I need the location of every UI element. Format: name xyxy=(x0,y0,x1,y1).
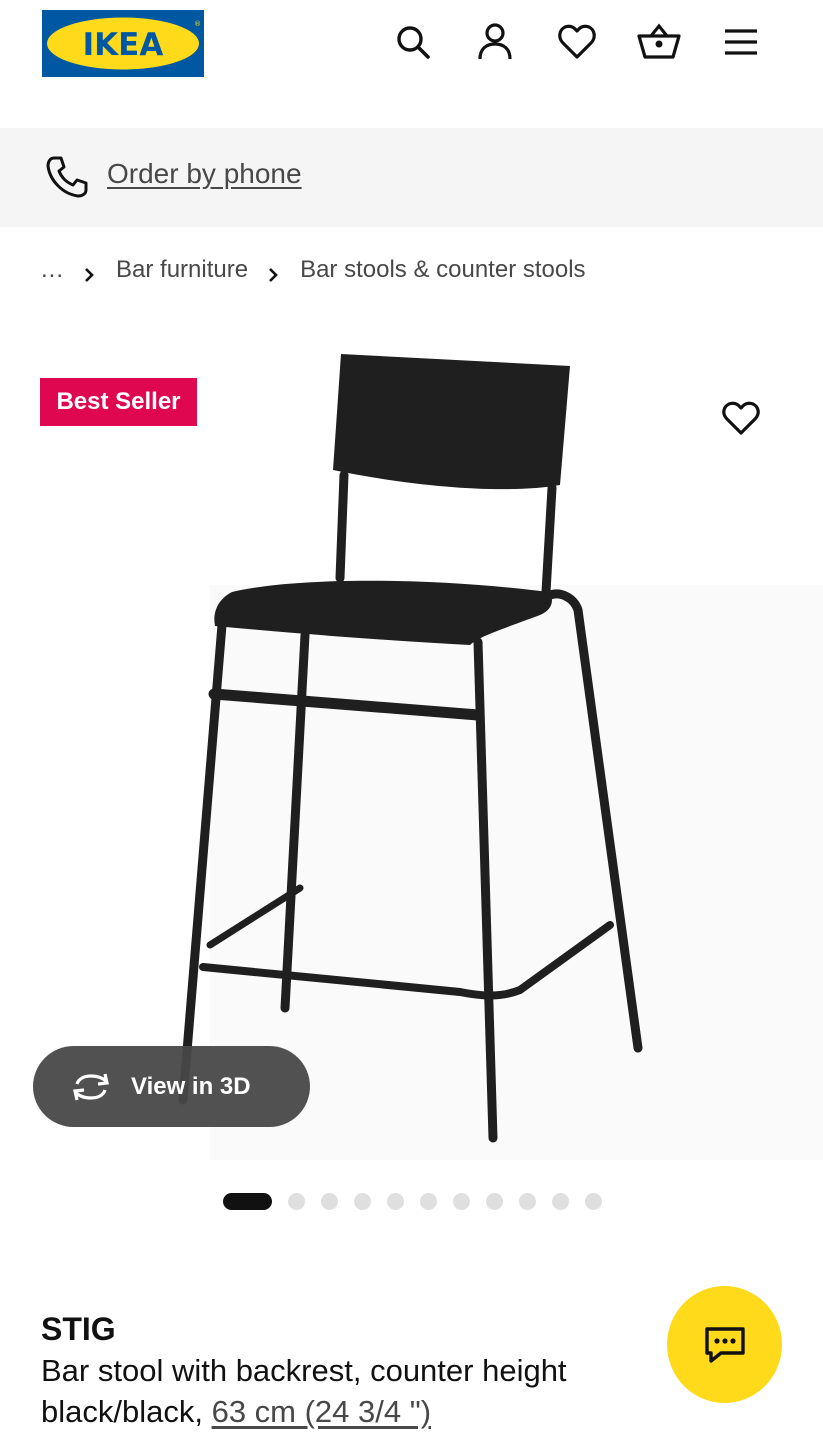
pagination-dot[interactable] xyxy=(288,1192,305,1210)
search-icon[interactable] xyxy=(391,20,435,64)
breadcrumb: ... Bar furniture Bar stools & counter s… xyxy=(41,252,586,288)
ikea-logo[interactable]: IKEA ® xyxy=(42,10,204,77)
pagination-dot[interactable] xyxy=(321,1192,338,1210)
product-image[interactable] xyxy=(0,330,823,1170)
pagination-dot[interactable] xyxy=(354,1192,371,1210)
breadcrumb-item-bar-furniture[interactable]: Bar furniture xyxy=(116,256,248,284)
heart-icon xyxy=(722,401,760,435)
pagination-dot[interactable] xyxy=(453,1192,470,1210)
product-size-link[interactable]: 63 cm (24 3/4 ") xyxy=(212,1394,431,1429)
pagination-dot[interactable] xyxy=(387,1192,404,1210)
account-icon[interactable] xyxy=(473,20,517,64)
favorites-icon[interactable] xyxy=(555,20,599,64)
best-seller-badge: Best Seller xyxy=(40,378,197,426)
pagination-dot-active[interactable] xyxy=(223,1192,272,1210)
rotate-3d-icon xyxy=(73,1073,109,1100)
image-pagination xyxy=(223,1192,618,1210)
product-variant: black/black, 63 cm (24 3/4 ") xyxy=(41,1391,431,1432)
chat-button[interactable] xyxy=(667,1286,782,1403)
phone-icon xyxy=(44,154,90,200)
menu-icon[interactable] xyxy=(719,20,763,64)
chevron-right-icon xyxy=(268,262,278,282)
pagination-dot[interactable] xyxy=(519,1192,536,1210)
site-header: IKEA ® xyxy=(0,0,823,128)
pagination-dot[interactable] xyxy=(486,1192,503,1210)
view-in-3d-button[interactable]: View in 3D xyxy=(33,1046,310,1127)
chat-icon xyxy=(704,1326,745,1363)
cart-icon[interactable] xyxy=(637,20,681,64)
chevron-right-icon xyxy=(84,262,94,282)
add-to-favorites-button[interactable] xyxy=(716,396,766,442)
bar-stool-image xyxy=(178,354,643,1143)
pagination-dot[interactable] xyxy=(552,1192,569,1210)
logo-text: IKEA xyxy=(83,27,164,63)
pagination-dot[interactable] xyxy=(585,1192,602,1210)
product-color: black/black, xyxy=(41,1394,212,1429)
breadcrumb-item-bar-stools[interactable]: Bar stools & counter stools xyxy=(300,256,585,284)
svg-text:®: ® xyxy=(194,20,201,28)
breadcrumb-ellipsis[interactable]: ... xyxy=(41,256,64,284)
view-in-3d-label: View in 3D xyxy=(131,1072,251,1100)
product-description: Bar stool with backrest, counter height xyxy=(41,1353,567,1388)
order-by-phone-link[interactable]: Order by phone xyxy=(107,156,302,192)
product-name: STIG xyxy=(41,1311,116,1347)
pagination-dot[interactable] xyxy=(420,1192,437,1210)
